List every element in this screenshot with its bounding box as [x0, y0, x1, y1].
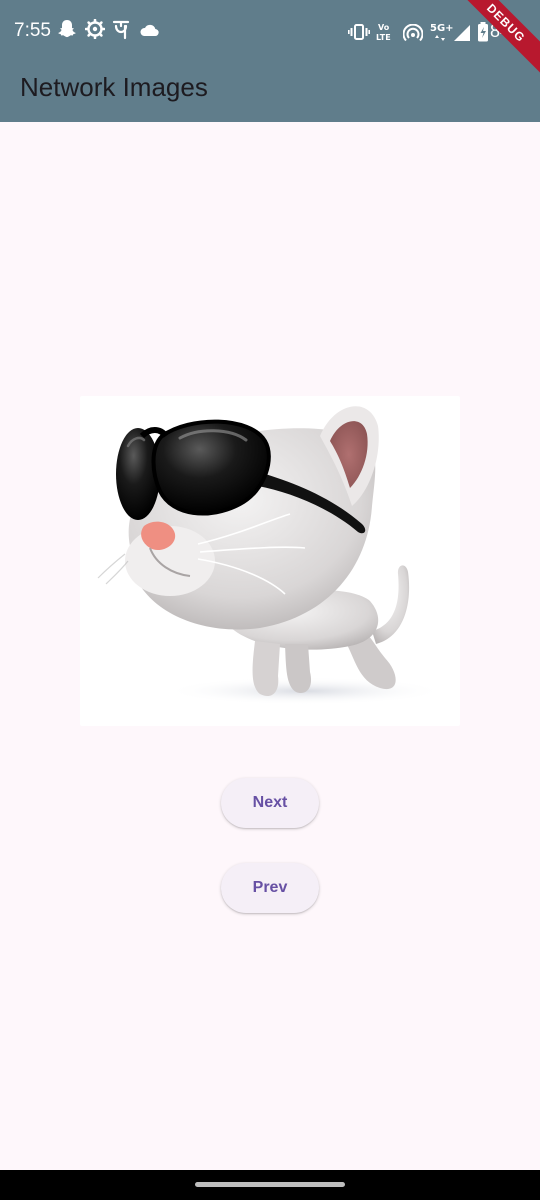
5g-icon: 5G+: [430, 23, 453, 41]
snapchat-icon: [58, 20, 76, 38]
status-bar: 7:55 Vo LTE 5G+: [0, 0, 540, 62]
next-button[interactable]: Next: [221, 778, 319, 828]
settings-gear-icon: [85, 19, 105, 39]
debug-banner: DEBUG: [460, 0, 540, 80]
volte-icon: Vo LTE: [376, 23, 391, 42]
cat-with-sunglasses-image: [97, 406, 445, 705]
phonepe-icon: [112, 20, 130, 40]
svg-text:5G+: 5G+: [430, 23, 453, 34]
svg-text:Vo: Vo: [378, 23, 390, 32]
hotspot-icon: [403, 24, 423, 42]
app-bar-title: Network Images: [20, 72, 208, 102]
svg-text:LTE: LTE: [376, 33, 391, 42]
cloud-icon: [140, 24, 159, 37]
app-header: 7:55 Vo LTE 5G+ Network Images DEBUG: [0, 0, 540, 122]
status-time: 7:55: [14, 20, 51, 41]
vibrate-icon: [348, 24, 370, 40]
system-navigation-bar: [0, 1170, 540, 1200]
home-gesture-handle[interactable]: [195, 1182, 345, 1187]
network-image: [80, 396, 460, 726]
prev-button[interactable]: Prev: [221, 863, 319, 913]
debug-banner-clip: DEBUG: [460, 0, 540, 80]
